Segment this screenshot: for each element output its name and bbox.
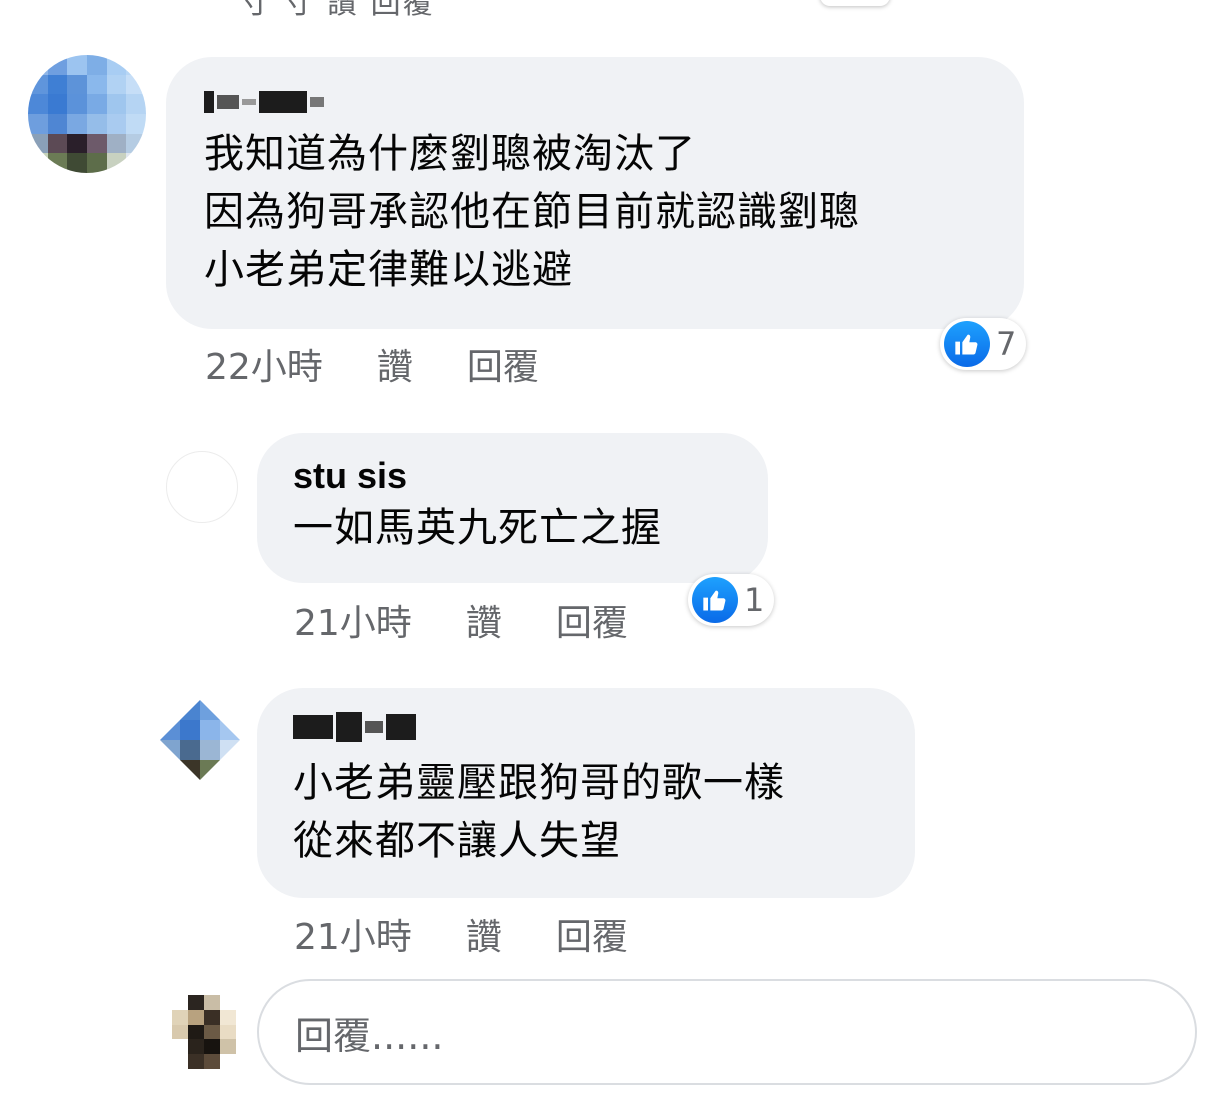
previous-reaction-pill xyxy=(820,0,890,6)
reply-button[interactable]: 回覆 xyxy=(556,908,628,960)
commenter-name-redacted[interactable] xyxy=(204,85,986,119)
reply-input[interactable]: 回覆...... xyxy=(257,979,1197,1085)
comment-bubble: 我知道為什麼劉聰被淘汰了 因為狗哥承認他在節目前就認識劉聰 小老弟定律難以逃避 xyxy=(166,57,1024,329)
like-thumb-icon xyxy=(692,577,738,623)
comment-timestamp[interactable]: 22小時 xyxy=(205,338,323,390)
like-button[interactable]: 讚 xyxy=(466,908,502,960)
like-thumb-icon xyxy=(944,321,990,367)
comment-text: 我知道為什麼劉聰被淘汰了 因為狗哥承認他在節目前就認識劉聰 小老弟定律難以逃避 xyxy=(204,131,860,293)
like-button[interactable]: 讚 xyxy=(466,594,502,646)
previous-comment-actions: 寸 寸 讚 回覆 xyxy=(240,0,435,21)
avatar[interactable] xyxy=(166,451,238,523)
commenter-name-redacted[interactable] xyxy=(293,710,879,744)
current-user-avatar xyxy=(172,995,236,1069)
reply-button[interactable]: 回覆 xyxy=(467,338,539,390)
comment-actions: 21小時 讚 回覆 xyxy=(294,908,682,960)
reaction-summary[interactable]: 1 xyxy=(688,574,775,626)
comment-text: 小老弟靈壓跟狗哥的歌一樣 從來都不讓人失望 xyxy=(293,760,785,864)
comment-bubble: 小老弟靈壓跟狗哥的歌一樣 從來都不讓人失望 xyxy=(257,688,915,898)
avatar[interactable] xyxy=(28,55,146,173)
comment-text: 一如馬英九死亡之握 xyxy=(293,505,662,551)
reply-placeholder: 回覆...... xyxy=(295,1013,444,1058)
reply-button[interactable]: 回覆 xyxy=(556,594,628,646)
comment-actions: 21小時 讚 回覆 xyxy=(294,594,682,646)
reaction-count: 7 xyxy=(996,325,1017,363)
comment-actions: 22小時 讚 回覆 xyxy=(205,338,593,390)
like-button[interactable]: 讚 xyxy=(377,338,413,390)
comment-bubble: stu sis 一如馬英九死亡之握 xyxy=(257,433,768,583)
reaction-summary[interactable]: 7 xyxy=(940,318,1027,370)
commenter-name[interactable]: stu sis xyxy=(293,455,732,497)
comment-timestamp[interactable]: 21小時 xyxy=(294,908,412,960)
reaction-count: 1 xyxy=(744,581,765,619)
avatar[interactable] xyxy=(160,700,240,780)
comment-timestamp[interactable]: 21小時 xyxy=(294,594,412,646)
